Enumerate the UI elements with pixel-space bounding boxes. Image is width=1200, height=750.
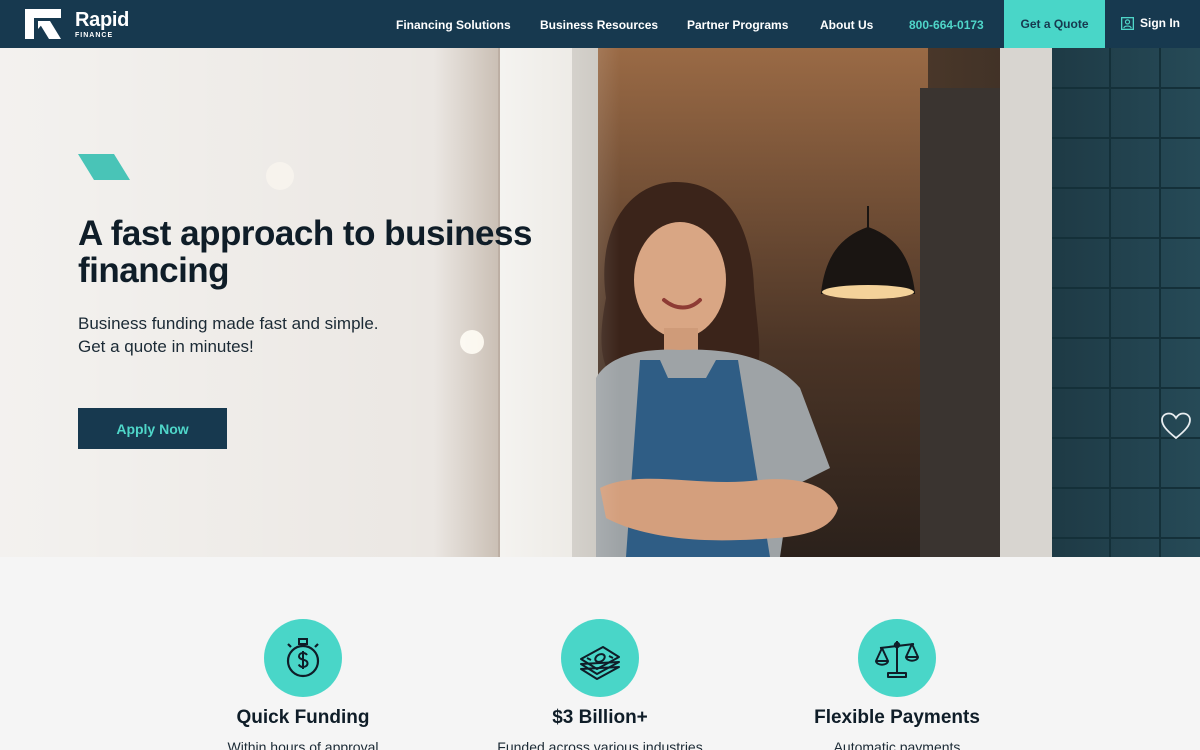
feature-title: Flexible Payments (814, 707, 980, 728)
brand-name: Rapid (75, 8, 130, 31)
sign-in-link[interactable]: Sign In (1121, 16, 1180, 30)
hero-subtitle-line2: Get a quote in minutes! (78, 337, 254, 356)
nav-financing-solutions[interactable]: Financing Solutions (396, 18, 511, 32)
feature-desc: Automatic payments (833, 739, 961, 750)
nav-business-resources[interactable]: Business Resources (540, 18, 658, 32)
apply-now-button[interactable]: Apply Now (78, 408, 227, 449)
brand-subname: FINANCE (75, 31, 114, 39)
feature-quick-funding: Quick Funding Within hours of approval (153, 619, 453, 750)
hero-section: A fast approach to business financing Bu… (0, 48, 1200, 557)
scales-icon (875, 641, 919, 678)
sign-in-label: Sign In (1140, 16, 1180, 30)
nav-about-us[interactable]: About Us (820, 18, 873, 32)
features-section: Quick Funding Within hours of approval $… (0, 557, 1200, 750)
hero-title: A fast approach to business financing (78, 214, 532, 290)
phone-link[interactable]: 800-664-0173 (909, 18, 984, 32)
feature-desc: Funded across various industries (497, 739, 703, 750)
rapid-logo-icon (25, 9, 61, 39)
stopwatch-dollar-icon (286, 638, 320, 678)
hero-text-overlay (0, 48, 620, 557)
feature-title: $3 Billion+ (552, 707, 648, 728)
feature-icon-circle (858, 619, 936, 697)
feature-icon-circle (264, 619, 342, 697)
user-icon (1121, 16, 1134, 30)
top-navigation: Rapid FINANCE Financing Solutions Busine… (0, 0, 1200, 48)
accent-stripe-icon (78, 154, 130, 180)
feature-icon-circle (561, 619, 639, 697)
feature-desc: Within hours of approval (227, 739, 379, 750)
hero-subtitle: Business funding made fast and simple. G… (78, 312, 458, 358)
hero-subtitle-line1: Business funding made fast and simple. (78, 314, 379, 333)
feature-flexible-payments: Flexible Payments Automatic payments (747, 619, 1047, 750)
get-a-quote-button[interactable]: Get a Quote (1004, 0, 1105, 48)
money-stack-icon (580, 646, 620, 680)
nav-partner-programs[interactable]: Partner Programs (687, 18, 788, 32)
brand-logo[interactable]: Rapid FINANCE (25, 9, 129, 39)
feature-title: Quick Funding (236, 707, 370, 728)
feature-funded-amount: $3 Billion+ Funded across various indust… (450, 619, 750, 750)
heart-icon[interactable] (1160, 412, 1192, 440)
